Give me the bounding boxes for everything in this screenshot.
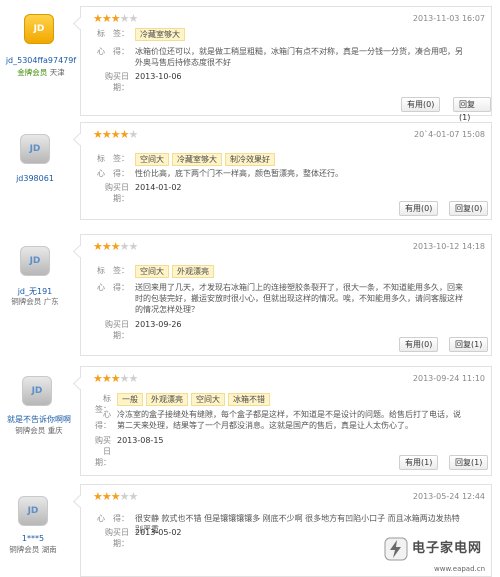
tag: 冷藏室够大 — [135, 28, 185, 41]
tag: 一般 — [117, 393, 143, 406]
comment-text: 冷冻室的盒子接缝处有缝隙，每个盒子都是这样，不知道是不是设计的问题。给售后打了电… — [117, 410, 461, 430]
reply-button[interactable]: 回复(1) — [453, 97, 491, 122]
jd-logo-icon: JD — [31, 386, 43, 396]
review-date: 2013-10-12 14:18 — [412, 242, 485, 251]
star-rating: ★★★★★ — [93, 12, 138, 25]
buy-date-label: 购买日期： — [95, 436, 111, 467]
watermark-url: www.eapad.cn — [434, 565, 486, 573]
review-date: 2013-09-24 11:10 — [412, 374, 485, 383]
comment-text: 冰箱价位还可以，就是做工稍显粗糙，冰箱门有点不对称，真是一分钱一分货，凑合用吧，… — [135, 47, 463, 67]
review-card: ★★★★★ 2013-10-12 14:18 标 签： 空间大 外观漂亮 心 得： 送… — [73, 234, 492, 356]
buy-date: 2014-01-02 — [135, 183, 182, 192]
review-card: ★★★★★ 2013-09-24 11:10 标 签：一般 外观漂亮 空间大 冰箱不错… — [73, 366, 492, 476]
username-link[interactable]: 就是不告诉你啊啊 — [0, 414, 80, 425]
tag: 外观漂亮 — [146, 393, 188, 406]
comment-label: 心 得： — [97, 169, 129, 178]
site-watermark: 电子家电网 www.eapad.cn — [384, 537, 494, 573]
comment-text: 很安静 款式也不错 但是镶镶镶镶多 刚底不少啊 很多地方有凹陷小口子 而且冰箱两… — [135, 514, 460, 534]
star-rating: ★★★★★ — [93, 372, 138, 385]
tag: 冷藏室够大 — [172, 153, 222, 166]
user-level: 铜牌会员 湖南 — [9, 545, 57, 554]
username-link[interactable]: 1***5 — [0, 534, 74, 543]
useful-button[interactable]: 有用(0) — [399, 201, 439, 216]
buy-date: 2013-10-06 — [135, 72, 182, 81]
jd-logo-icon: JD — [29, 144, 41, 154]
tag: 制冷效果好 — [225, 153, 275, 166]
buy-date-label: 购买日期： — [105, 72, 129, 92]
comment-label: 心 得： — [97, 514, 129, 523]
tags-label: 标 签： — [97, 154, 129, 163]
comment-label: 心 得： — [95, 410, 119, 430]
star-rating: ★★★★★ — [93, 490, 138, 503]
tag: 空间大 — [191, 393, 225, 406]
reply-button[interactable]: 回复(1) — [449, 337, 489, 352]
review-card: ★★★★★ 2013-11-03 16:07 标 签： 冷藏室够大 心 得： 冰箱价… — [73, 6, 492, 122]
buy-date: 2013-09-26 — [135, 320, 182, 329]
user-avatar[interactable]: JD — [22, 376, 52, 406]
buy-date: 2013-08-15 — [117, 436, 164, 445]
reply-button[interactable]: 回复(0) — [449, 201, 489, 216]
review-card: ★★★★★ 20`4-01-07 15:08 标 签： 空间大 冷藏室够大 制冷效果好… — [73, 122, 492, 220]
star-rating: ★★★★★ — [93, 128, 138, 141]
username-link[interactable]: jd_5304ffa97479f — [0, 56, 82, 65]
review-date: 2013-11-03 16:07 — [412, 14, 485, 23]
tag: 外观漂亮 — [172, 265, 214, 278]
buy-date-label: 购买日期： — [105, 320, 129, 340]
review-date: 2013-05-24 12:44 — [412, 492, 485, 501]
user-avatar[interactable]: JD — [24, 14, 54, 44]
buy-date: 2013-05-02 — [135, 528, 182, 537]
jd-logo-icon: JD — [33, 24, 45, 34]
review-card: ★★★★★ 2013-05-24 12:44 心 得： 很安静 款式也不错 但是镶… — [73, 484, 492, 577]
reply-button[interactable]: 回复(1) — [449, 455, 489, 470]
username-link[interactable]: jd398061 — [0, 174, 76, 183]
comment-text: 性价比高，底下两个门不一样高，颜色暂漂亮，整体还行。 — [135, 169, 343, 178]
user-level: 铜牌会员 广东 — [11, 297, 59, 306]
user-level: 金牌会员 天津 — [17, 68, 65, 77]
tags-label: 标 签： — [97, 29, 129, 38]
useful-button[interactable]: 有用(0) — [399, 337, 439, 352]
star-rating: ★★★★★ — [93, 240, 138, 253]
user-avatar[interactable]: JD — [20, 134, 50, 164]
useful-button[interactable]: 有用(0) — [401, 97, 441, 112]
tag: 空间大 — [135, 265, 169, 278]
tags-label: 标 签： — [97, 266, 129, 275]
comment-label: 心 得： — [97, 283, 129, 292]
review-date: 20`4-01-07 15:08 — [414, 130, 485, 139]
comment-text: 送回来用了几天，才发现右冰箱门上的连接塑胶条裂开了，很大一条，不知道能用多久，回… — [135, 283, 463, 314]
buy-date-label: 购买日期： — [105, 528, 129, 548]
useful-button[interactable]: 有用(1) — [399, 455, 439, 470]
watermark-text: 电子家电网 — [412, 541, 483, 556]
comment-label: 心 得： — [97, 47, 129, 56]
buy-date-label: 购买日期： — [105, 183, 129, 203]
jd-logo-icon: JD — [29, 256, 41, 266]
user-level: 铜牌会员 重庆 — [15, 426, 63, 435]
lightning-logo-icon — [384, 537, 408, 561]
tag: 冰箱不错 — [228, 393, 270, 406]
jd-logo-icon: JD — [27, 506, 39, 516]
user-avatar[interactable]: JD — [20, 246, 50, 276]
user-avatar[interactable]: JD — [18, 496, 48, 526]
tag: 空间大 — [135, 153, 169, 166]
